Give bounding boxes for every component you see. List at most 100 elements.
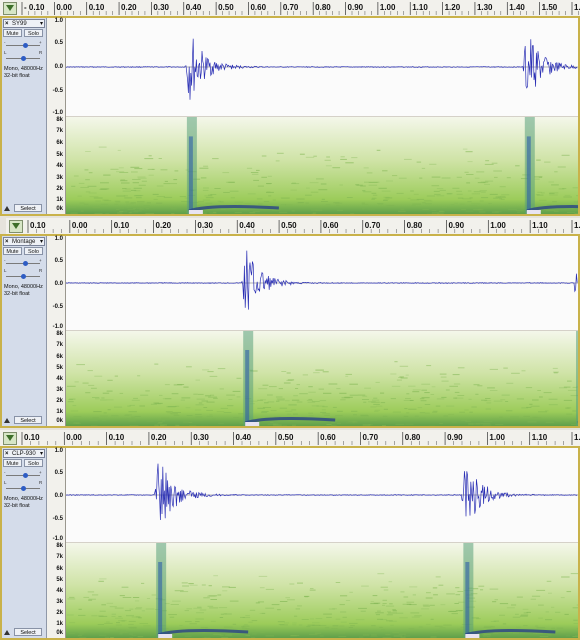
spectrogram-noise: [466, 174, 474, 175]
spectrogram-noise: [226, 394, 236, 396]
gain-slider[interactable]: [6, 43, 40, 48]
close-icon[interactable]: ×: [5, 20, 9, 28]
spectrogram-noise: [374, 409, 381, 411]
spectrogram-noise: [483, 626, 491, 628]
spectrogram-noise: [109, 628, 116, 630]
chevron-down-icon[interactable]: ▾: [40, 450, 43, 458]
spectrogram-noise: [110, 168, 119, 170]
spectrogram-view[interactable]: [66, 117, 578, 214]
spectrogram-noise: [477, 209, 484, 211]
spectrogram-noise: [549, 194, 558, 196]
close-icon[interactable]: ×: [5, 450, 9, 458]
spectrogram-noise: [89, 419, 98, 421]
spectrogram-noise: [530, 405, 540, 407]
track[interactable]: × SY99 ▾ Mute Solo - + L R Mono, 48000Hz…: [0, 16, 580, 216]
pan-slider-knob[interactable]: [21, 56, 26, 61]
waveform-view[interactable]: [66, 18, 578, 116]
spectrogram-noise: [105, 213, 110, 214]
spectrogram-noise: [482, 424, 492, 426]
waveform-view[interactable]: [66, 448, 578, 542]
spectrogram-noise: [132, 597, 140, 598]
mute-button[interactable]: Mute: [3, 459, 22, 467]
waveform-view[interactable]: [66, 236, 578, 330]
pan-slider[interactable]: [6, 56, 40, 61]
spectrogram-noise: [309, 633, 318, 635]
wave-scale-label: 0.5: [54, 258, 63, 264]
spectrogram-noise: [169, 616, 175, 618]
solo-button[interactable]: Solo: [24, 29, 43, 37]
gain-slider-knob[interactable]: [23, 43, 28, 48]
spectrogram-noise: [203, 407, 208, 408]
spectrogram-noise: [406, 412, 410, 414]
spectrogram-noise: [100, 203, 109, 205]
pan-slider-knob[interactable]: [21, 274, 26, 279]
spectrogram-noise: [156, 202, 163, 204]
spectrogram-noise: [247, 193, 256, 195]
timeline-ruler[interactable]: 0.10 0.00 0.10 0.20 0.30 0.40 0.50 0.60 0.70 0.80…: [0, 430, 580, 447]
spectrogram-noise: [464, 171, 469, 173]
spectrogram-noise: [489, 368, 498, 370]
spectrogram-noise: [462, 148, 468, 150]
spectrogram-noise: [378, 203, 384, 205]
spectrogram-noise: [134, 600, 140, 602]
spectrogram-noise: [305, 202, 309, 204]
spectrogram-noise: [109, 606, 117, 608]
spectrogram-noise: [573, 623, 578, 624]
gain-slider[interactable]: [6, 473, 40, 478]
spectrogram-transient-core: [158, 562, 163, 638]
spectrogram-noise: [144, 158, 154, 160]
track-name-menu[interactable]: × Montage ▾: [3, 237, 45, 246]
spectrogram-noise: [422, 209, 429, 211]
collapse-icon[interactable]: [4, 630, 10, 635]
spectrogram-noise: [199, 609, 207, 611]
pan-slider[interactable]: [6, 274, 40, 279]
spec-scale-label: 2k: [56, 186, 63, 192]
collapse-icon[interactable]: [4, 206, 10, 211]
spectrogram-noise: [462, 198, 472, 200]
spectrogram-noise: [571, 424, 577, 425]
spectrogram-noise: [250, 172, 259, 173]
select-button[interactable]: Select: [14, 628, 42, 636]
close-icon[interactable]: ×: [5, 238, 9, 246]
timeline-ruler[interactable]: 0.10 0.00 0.10 0.20 0.30 0.40 0.50 0.60 0.70 0.80…: [6, 218, 580, 235]
spectrogram-noise: [453, 383, 461, 385]
spectrogram-noise: [340, 611, 347, 613]
spectrogram-noise: [137, 636, 144, 638]
spectrogram-noise: [114, 375, 118, 377]
chevron-down-icon[interactable]: ▾: [40, 20, 43, 28]
spectrogram-noise: [306, 626, 311, 628]
timeline-ruler[interactable]: - 0.10 0.00 0.10 0.20 0.30 0.40 0.50 0.60 0.70 0.…: [0, 0, 580, 17]
spectrogram-noise: [434, 193, 441, 195]
track-name-menu[interactable]: × CLP-930 ▾: [3, 449, 45, 458]
mute-button[interactable]: Mute: [3, 29, 22, 37]
mute-button[interactable]: Mute: [3, 247, 22, 255]
gain-slider-knob[interactable]: [23, 261, 28, 266]
gain-slider-knob[interactable]: [23, 473, 28, 478]
solo-button[interactable]: Solo: [24, 247, 43, 255]
spectrogram-noise: [126, 615, 134, 617]
track[interactable]: × Montage ▾ Mute Solo - + L R Mono, 4800…: [0, 234, 580, 428]
gain-slider[interactable]: [6, 261, 40, 266]
spectrogram-noise: [138, 184, 146, 186]
track[interactable]: × CLP-930 ▾ Mute Solo - + L R Mono, 4800…: [0, 446, 580, 640]
pan-slider-knob[interactable]: [21, 486, 26, 491]
spectrogram-view[interactable]: [66, 543, 578, 638]
solo-button[interactable]: Solo: [24, 459, 43, 467]
pan-slider[interactable]: [6, 486, 40, 491]
collapse-icon[interactable]: [4, 418, 10, 423]
spectrogram-noise: [184, 635, 192, 637]
spectrogram-noise: [207, 605, 214, 607]
spectrogram-noise: [174, 170, 179, 172]
spectrogram-noise: [102, 392, 110, 394]
spectrogram-view[interactable]: [66, 331, 578, 426]
spec-scale-label: 3k: [56, 175, 63, 181]
spectrogram-noise: [256, 169, 260, 171]
chevron-down-icon[interactable]: ▾: [40, 238, 43, 246]
spectrogram-noise: [467, 190, 472, 192]
spectrogram-noise: [186, 608, 192, 610]
select-button[interactable]: Select: [14, 416, 42, 424]
track-name-menu[interactable]: × SY99 ▾: [3, 19, 45, 28]
ruler-tick-label: 0.70: [283, 3, 299, 12]
select-button[interactable]: Select: [14, 204, 42, 212]
spectrogram-noise: [519, 632, 526, 634]
